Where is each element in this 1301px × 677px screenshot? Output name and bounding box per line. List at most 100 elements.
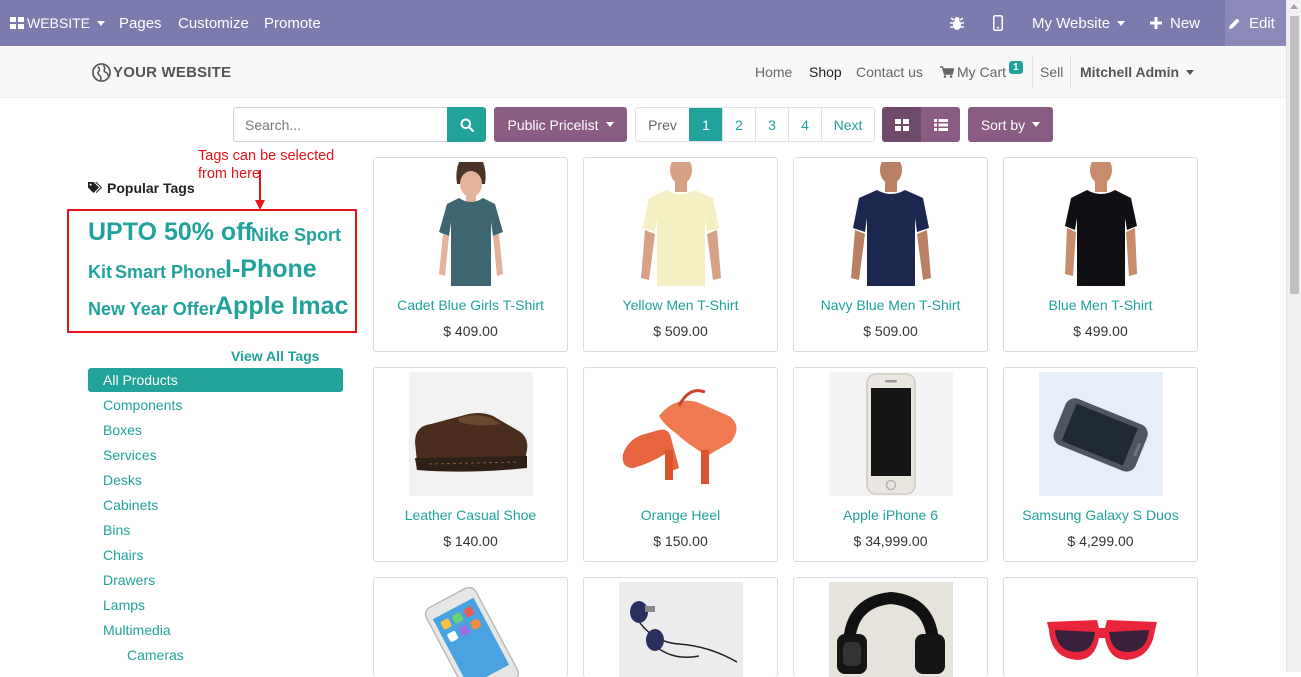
customize-menu[interactable]: Customize [178,0,249,46]
tag-smart-phone[interactable]: Smart Phone [115,262,226,283]
product-name[interactable]: Apple iPhone 6 [794,507,987,523]
nav-sell-label: Sell [1040,64,1064,80]
pager-page-3[interactable]: 3 [755,108,788,141]
product-name[interactable]: Navy Blue Men T-Shirt [794,297,987,313]
pager-page-2[interactable]: 2 [722,108,755,141]
category-cabinets[interactable]: Cabinets [103,497,158,513]
product-name[interactable]: Samsung Galaxy S Duos [1004,507,1197,523]
mobile-preview-button[interactable] [993,0,1003,46]
annotation-arrow-icon [255,170,265,210]
tag-upto-50-off[interactable]: UPTO 50% off [88,218,253,247]
scrollbar-thumb[interactable] [1290,16,1299,294]
apps-grid-icon [10,17,24,29]
pager-next[interactable]: Next [821,108,874,141]
tag-new-year-offer[interactable]: New Year Offer [88,299,216,320]
category-label: All Products [103,372,178,388]
product-card[interactable]: Navy Blue Men T-Shirt $ 509.00 [793,157,988,352]
new-button[interactable]: New [1150,0,1200,46]
product-name[interactable]: Yellow Men T-Shirt [584,297,777,313]
view-all-tags-link[interactable]: View All Tags [231,348,319,364]
chevron-down-icon [97,20,106,26]
pager-next-label: Next [833,116,863,133]
nav-shop[interactable]: Shop [809,46,842,98]
product-name[interactable]: Cadet Blue Girls T-Shirt [374,297,567,313]
category-chairs[interactable]: Chairs [103,547,143,563]
pages-label: Pages [119,14,162,32]
product-card[interactable]: Apple iPhone 6 $ 34,999.00 [793,367,988,562]
edit-button[interactable]: Edit [1228,0,1275,46]
category-boxes[interactable]: Boxes [103,422,142,438]
tag-kit[interactable]: Kit [88,262,112,283]
product-name[interactable]: Orange Heel [584,507,777,523]
scroll-up-icon[interactable] [1290,4,1298,9]
mobile-icon [993,15,1003,31]
product-card[interactable]: Yellow Men T-Shirt $ 509.00 [583,157,778,352]
bug-icon [950,16,964,30]
product-card[interactable]: Blue Men T-Shirt $ 499.00 [1003,157,1198,352]
promote-menu[interactable]: Promote [264,0,321,46]
site-logo[interactable]: YOUR WEBSITE [92,63,231,82]
product-name[interactable]: Leather Casual Shoe [374,507,567,523]
tag-apple-imac[interactable]: Apple Imac [215,292,348,321]
nav-cart[interactable]: My Cart 1 [940,46,1023,98]
category-desks[interactable]: Desks [103,472,142,488]
debug-button[interactable] [950,0,964,46]
product-image [1039,162,1163,286]
pager-page-1[interactable]: 1 [689,108,722,141]
category-bins[interactable]: Bins [103,522,130,538]
product-card[interactable] [583,577,778,677]
site-logo-text: YOUR WEBSITE [113,64,232,81]
product-card[interactable] [373,577,568,677]
user-menu[interactable]: Mitchell Admin [1080,46,1195,98]
tag-i-phone[interactable]: I-Phone [225,255,317,284]
product-card[interactable]: Cadet Blue Girls T-Shirt $ 409.00 [373,157,568,352]
product-card[interactable]: Orange Heel $ 150.00 [583,367,778,562]
category-all-products[interactable]: All Products [88,368,343,392]
product-price: $ 499.00 [1073,323,1128,339]
category-multimedia[interactable]: Multimedia [103,622,171,638]
product-image [409,162,533,286]
product-card[interactable]: Leather Casual Shoe $ 140.00 [373,367,568,562]
category-lamps[interactable]: Lamps [103,597,145,613]
pages-menu[interactable]: Pages [119,0,162,46]
website-menu[interactable]: WEBSITE [10,0,106,46]
search-button[interactable] [447,107,486,142]
popular-tags-title: Popular Tags [88,180,195,196]
my-website-menu[interactable]: My Website [1032,0,1126,46]
chevron-down-icon [605,122,614,127]
website-menu-label: WEBSITE [27,15,91,31]
pricelist-dropdown[interactable]: Public Pricelist [494,107,627,142]
promote-label: Promote [264,14,321,32]
product-name[interactable]: Blue Men T-Shirt [1004,297,1197,313]
category-components[interactable]: Components [103,397,182,413]
edit-label: Edit [1249,14,1275,32]
product-image [1039,582,1163,677]
category-services[interactable]: Services [103,447,157,463]
category-drawers[interactable]: Drawers [103,572,155,588]
pager-prev[interactable]: Prev [636,108,689,141]
sort-dropdown[interactable]: Sort by [968,107,1053,142]
list-view-button[interactable] [921,107,960,142]
customize-label: Customize [178,14,249,32]
nav-home[interactable]: Home [755,46,792,98]
tag-nike-sport[interactable]: Nike Sport [251,225,341,246]
pager-page-label: 2 [735,116,743,133]
product-price: $ 409.00 [443,323,498,339]
nav-sell[interactable]: Sell [1040,46,1063,98]
nav-shop-label: Shop [809,64,842,80]
page-scrollbar[interactable] [1286,0,1301,672]
nav-contact[interactable]: Contact us [856,46,923,98]
pager-page-label: 1 [702,116,710,133]
cart-icon [940,66,954,78]
user-name: Mitchell Admin [1080,64,1180,80]
pager-page-4[interactable]: 4 [788,108,821,141]
annotation-line-1: Tags can be selected [198,148,335,164]
category-cameras[interactable]: Cameras [127,647,184,663]
search-input[interactable]: Search... [233,107,448,142]
product-card[interactable]: Samsung Galaxy S Duos $ 4,299.00 [1003,367,1198,562]
chevron-down-icon [1117,20,1126,26]
grid-view-button[interactable] [882,107,921,142]
product-card[interactable] [1003,577,1198,677]
product-card[interactable] [793,577,988,677]
view-toggle [882,107,960,142]
